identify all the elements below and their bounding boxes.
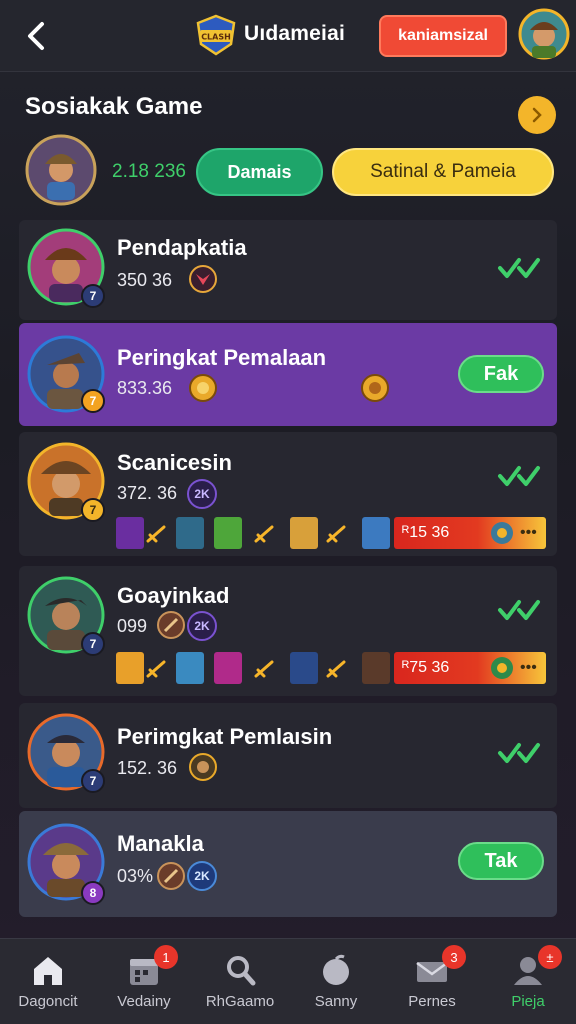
coin-icon [189, 753, 217, 781]
rank-badge: 7 [81, 769, 105, 793]
back-arrow-icon[interactable] [22, 18, 50, 54]
player-score: 03% [117, 866, 154, 886]
section-next-button[interactable] [518, 96, 556, 134]
leaderboard-row[interactable]: 7 Scanicesin 372. 36 2K ᴿ15 36 ••• [19, 432, 557, 556]
leaderboard-row[interactable]: 7 Pendapkatia 350 36 [19, 220, 557, 320]
sword-icon [326, 525, 346, 543]
rank-bar: ᴿ15 36 ••• [394, 517, 546, 549]
nav-item-home[interactable]: Dagoncit [0, 939, 96, 1024]
notification-badge: ± [538, 945, 562, 969]
card-deck-strip: ᴿ75 36 ••• [116, 652, 546, 684]
shield-icon [157, 611, 185, 639]
double-check-icon [498, 258, 540, 278]
leaderboard-row[interactable]: 7 Perimgkat Pemlaısin 152. 36 [19, 703, 557, 808]
nav-label: Vedainy [117, 993, 171, 1010]
rank-badge: 7 [81, 632, 105, 656]
player-score: 152. 36 [117, 758, 178, 778]
bottom-navigation: Dagoncit 1 Vedainy RhGaamo Sanny 3 Perne… [0, 938, 576, 1024]
rank-value: ᴿ75 36 [402, 659, 450, 676]
secondary-filter-button[interactable]: Satinal & Pameia [332, 148, 554, 196]
card-tile [214, 652, 242, 684]
double-check-icon [498, 743, 540, 763]
nav-label: RhGaamo [205, 993, 275, 1010]
nav-item-mail[interactable]: 3 Pernes [384, 939, 480, 1024]
card-tile [362, 652, 390, 684]
demon-icon [189, 265, 217, 293]
player-name: Pendapkatia [117, 235, 247, 260]
card-tile [290, 517, 318, 549]
sword-icon [326, 660, 346, 678]
player-name: Scanicesin [117, 450, 232, 475]
nav-item-apple[interactable]: Sanny [288, 939, 384, 1024]
nav-label: Pernes [408, 993, 456, 1010]
primary-filter-button[interactable]: Damais [196, 148, 323, 196]
rank-value: ᴿ15 36 [402, 524, 450, 541]
top-bar: CLASH Uıdameiai kaniamsizal [0, 0, 576, 72]
logo-text: CLASH [201, 33, 231, 42]
nav-label: Dagoncit [18, 993, 78, 1010]
nav-label-active: Pieja [511, 993, 545, 1010]
player-name: Peringkat Pemalaan [117, 345, 327, 370]
leaderboard-row-highlighted[interactable]: 7 Peringkat Pemalaan 833.36 Fak [19, 323, 557, 426]
nav-item-search[interactable]: RhGaamo [192, 939, 288, 1024]
card-tile [214, 517, 242, 549]
leaderboard-row[interactable]: 7 Goayinkad 099 2K ᴿ75 36 ••• [19, 566, 557, 696]
tier-badge: 2K [187, 611, 217, 641]
action-button[interactable]: Tak [458, 842, 544, 880]
player-name: Manakla [117, 831, 204, 856]
notification-badge: 1 [154, 945, 178, 969]
player-name: Perimgkat Pemlaısin [117, 724, 333, 749]
rank-badge: 7 [81, 389, 105, 413]
header-action-button[interactable]: kaniamsizal [379, 15, 507, 57]
card-tile [362, 517, 390, 549]
player-score: 099 [117, 616, 148, 636]
double-check-icon [498, 600, 540, 620]
player-score: 833.36 [117, 378, 173, 398]
card-tile [290, 652, 318, 684]
coin-icon [361, 374, 389, 402]
apple-icon [323, 954, 349, 985]
leaderboard-row[interactable]: 8 Manakla 03% 2K Tak [19, 811, 557, 917]
home-icon [34, 957, 62, 985]
sword-icon [254, 660, 274, 678]
double-check-icon [498, 466, 540, 486]
rank-badge: 7 [81, 284, 105, 308]
game-logo: CLASH [196, 14, 236, 56]
notification-badge: 3 [442, 945, 466, 969]
player-score: 372. 36 [117, 483, 178, 503]
app-title: Uıdameiai [244, 22, 346, 45]
card-tile [176, 652, 204, 684]
rank-bar: ᴿ75 36 ••• [394, 652, 546, 684]
profile-avatar[interactable] [518, 8, 570, 60]
tier-badge: 2K [187, 479, 217, 509]
card-tile [116, 517, 144, 549]
card-deck-strip: ᴿ15 36 ••• [116, 517, 546, 549]
card-tile [176, 517, 204, 549]
nav-item-calendar[interactable]: 1 Vedainy [96, 939, 192, 1024]
nav-label: Sanny [314, 993, 358, 1010]
sword-icon [146, 660, 166, 678]
sword-icon [254, 525, 274, 543]
sword-icon [146, 525, 166, 543]
shield-icon [157, 862, 185, 890]
chevron-right-icon [532, 107, 542, 123]
section-title: Sosiakak Game [25, 93, 203, 120]
card-tile [116, 652, 144, 684]
player-score: 350 36 [117, 270, 173, 290]
my-avatar [25, 134, 97, 206]
tier-badge: 2K [187, 861, 217, 891]
player-name: Goayinkad [117, 583, 230, 608]
rank-badge: 7 [81, 498, 105, 522]
more-icon: ••• [520, 524, 537, 541]
clan-icon [491, 522, 513, 544]
search-icon [227, 956, 256, 986]
rank-badge: 8 [81, 881, 105, 905]
more-icon: ••• [520, 659, 537, 676]
coin-icon [189, 374, 217, 402]
clan-icon [491, 657, 513, 679]
my-score: 2.18 236 [112, 161, 186, 182]
nav-item-profile[interactable]: ± Pieja [480, 939, 576, 1024]
action-button[interactable]: Fak [458, 355, 544, 393]
